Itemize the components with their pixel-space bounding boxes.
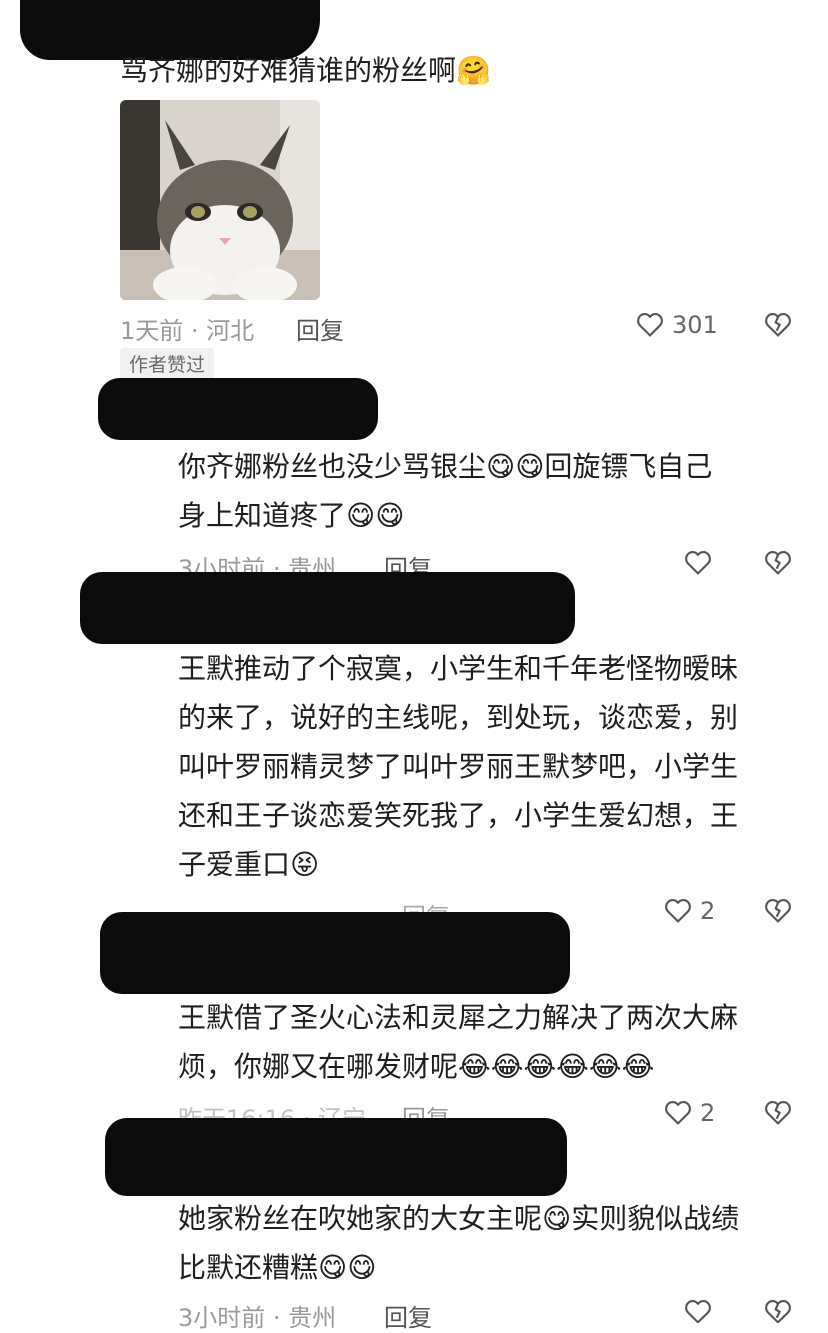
yum-emoji-icon: 😋 bbox=[375, 499, 405, 532]
author-liked-badge: 作者赞过 bbox=[120, 348, 215, 379]
tongue-face-emoji-icon: 😝 bbox=[290, 848, 320, 881]
broken-heart-icon[interactable] bbox=[762, 1295, 794, 1323]
reply-button[interactable]: 回复 bbox=[384, 1298, 432, 1333]
redacted-username bbox=[98, 378, 378, 440]
laughing-tears-emoji-icon: 😂 bbox=[458, 1050, 491, 1083]
yum-emoji-icon: 😋 bbox=[318, 1251, 348, 1284]
comment-meta: 1天前 · 河北 bbox=[120, 317, 255, 345]
hug-emoji-icon: 🤗 bbox=[456, 54, 491, 87]
comment-text: 骂齐娜的好难猜谁的粉丝啊🤗 bbox=[120, 54, 491, 87]
yum-emoji-icon: 😋 bbox=[347, 1251, 377, 1284]
laughing-tears-emoji-icon: 😂 bbox=[621, 1050, 655, 1083]
reply-text: 她家粉丝在吹她家的大女主呢😋实则貌似战绩 比默还糟糕😋😋 bbox=[178, 1202, 740, 1284]
reply-meta: 3小时前 · 贵州 bbox=[178, 1304, 337, 1332]
laughing-tears-emoji-icon: 😂 bbox=[588, 1050, 622, 1083]
broken-heart-icon[interactable] bbox=[762, 546, 794, 578]
yum-emoji-icon: 😋 bbox=[486, 450, 516, 483]
laughing-tears-emoji-icon: 😂 bbox=[523, 1050, 557, 1083]
heart-outline-icon[interactable] bbox=[634, 308, 666, 340]
laughing-tears-emoji-icon: 😂 bbox=[490, 1050, 524, 1083]
reply-text: 你齐娜粉丝也没少骂银尘😋😋回旋镖飞自己 身上知道疼了😋😋 bbox=[178, 450, 713, 532]
like-count: 301 bbox=[672, 311, 718, 339]
reply-button[interactable]: 回复 bbox=[296, 311, 344, 346]
broken-heart-icon[interactable] bbox=[762, 894, 794, 926]
yum-emoji-icon: 😋 bbox=[542, 1202, 572, 1235]
heart-outline-icon[interactable] bbox=[682, 546, 714, 578]
redacted-username bbox=[100, 912, 570, 994]
heart-outline-icon[interactable] bbox=[682, 1295, 714, 1323]
yum-emoji-icon: 😋 bbox=[515, 450, 545, 483]
redacted-username bbox=[105, 1118, 567, 1196]
redacted-username bbox=[80, 572, 575, 644]
broken-heart-icon[interactable] bbox=[762, 1096, 794, 1128]
cat-image bbox=[120, 100, 320, 300]
laughing-tears-emoji-icon: 😂 bbox=[556, 1050, 589, 1083]
reply-text: 王默借了圣火心法和灵犀之力解决了两次大麻 烦，你娜又在哪发财呢😂😂😂😂😂😂 bbox=[178, 1001, 739, 1083]
broken-heart-icon[interactable] bbox=[762, 308, 794, 340]
like-count: 2 bbox=[700, 1099, 716, 1127]
heart-outline-icon[interactable] bbox=[662, 894, 694, 926]
heart-outline-icon[interactable] bbox=[662, 1096, 694, 1128]
like-count: 2 bbox=[700, 897, 716, 925]
yum-emoji-icon: 😋 bbox=[346, 499, 376, 532]
reply-text: 王默推动了个寂寞，小学生和千年老怪物暧昧 的来了，说好的主线呢，到处玩，谈恋爱，… bbox=[178, 652, 739, 881]
cat-photo[interactable] bbox=[120, 100, 320, 300]
